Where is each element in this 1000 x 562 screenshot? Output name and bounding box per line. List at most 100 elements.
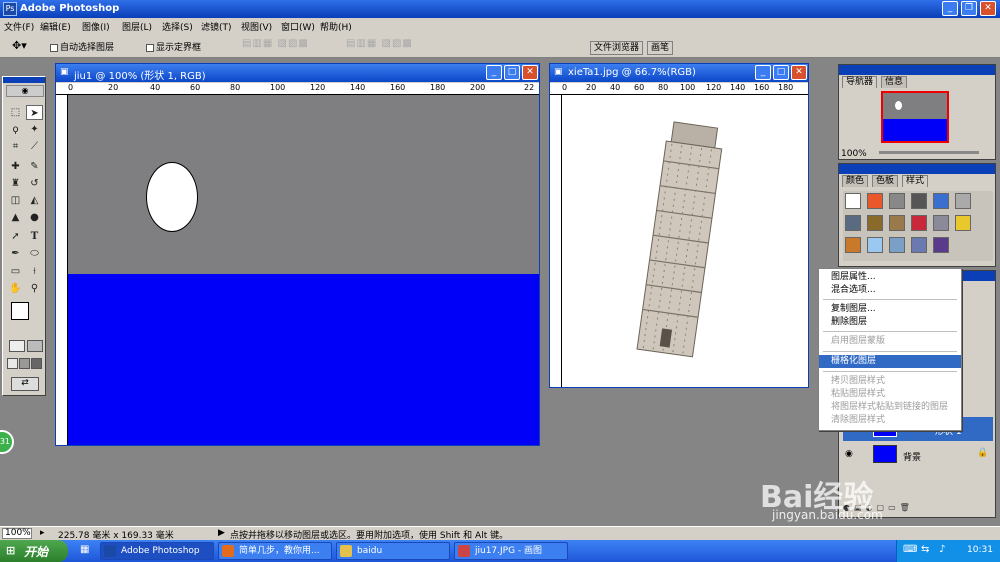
lasso-tool-icon[interactable]: ϙ (7, 122, 24, 137)
file-browser-tab[interactable]: 文件浏览器 (590, 41, 644, 55)
foreground-color-swatch[interactable] (11, 302, 29, 320)
hand-tool-icon[interactable]: ✋ (7, 281, 24, 296)
menu-image[interactable]: 图像(I) (82, 20, 110, 33)
layer-row-background[interactable]: ◉ 背景 🔒 (843, 443, 993, 467)
doc2-title-bar[interactable]: ▣ xieTa1.jpg @ 66.7%(RGB) _ □ ✕ (550, 64, 808, 82)
shape-tool-icon[interactable]: ⬭ (26, 246, 43, 261)
tray-network-icon[interactable]: ⇆ (921, 544, 929, 555)
history-brush-icon[interactable]: ↺ (26, 176, 43, 191)
layer-visibility-eye-icon[interactable]: ◉ (845, 449, 853, 459)
style-swatch[interactable] (867, 237, 883, 253)
screen-mode-standard-icon[interactable] (7, 358, 18, 369)
doc2-close-button[interactable]: ✕ (791, 65, 807, 80)
crop-tool-icon[interactable]: ⌗ (7, 139, 24, 154)
task-browser[interactable]: 简单几步，教你用... (218, 542, 332, 560)
paint-bucket-icon[interactable]: ◭ (26, 193, 43, 208)
style-swatch[interactable] (889, 237, 905, 253)
brush-tool-icon[interactable]: ✎ (26, 159, 43, 174)
task-folder-baidu[interactable]: baidu (336, 542, 450, 560)
style-swatch[interactable] (933, 193, 949, 209)
style-swatch[interactable] (889, 193, 905, 209)
style-swatch[interactable] (889, 215, 905, 231)
eye-logo-icon[interactable]: ◉ (6, 85, 44, 97)
navigator-palette-header[interactable] (839, 65, 995, 75)
style-none-swatch[interactable] (845, 193, 861, 209)
menu-window[interactable]: 窗口(W) (281, 20, 315, 33)
path-select-icon[interactable]: ➚ (7, 229, 24, 244)
doc2-canvas[interactable] (562, 95, 808, 387)
move-tool-preset-icon[interactable]: ✥▾ (12, 39, 27, 52)
screen-mode-full-icon[interactable] (31, 358, 42, 369)
blur-tool-icon[interactable]: ▲ (7, 210, 24, 225)
menu-edit[interactable]: 编辑(E) (40, 20, 71, 33)
tray-volume-icon[interactable]: ♪ (939, 544, 945, 555)
brushes-tab[interactable]: 画笔 (647, 41, 674, 55)
eyedropper-icon[interactable]: ⟊ (26, 264, 43, 279)
doc2-minimize-button[interactable]: _ (755, 65, 771, 80)
menu-item-paste-style-to-linked[interactable]: 将图层样式粘贴到链接的图层 (819, 401, 961, 414)
zoom-tool-icon[interactable]: ⚲ (26, 281, 43, 296)
menu-item-layer-properties[interactable]: 图层属性... (819, 271, 961, 284)
checkbox-box[interactable] (146, 43, 154, 52)
quicklaunch-desktop-icon[interactable]: ▦ (80, 544, 89, 555)
style-swatch[interactable] (933, 215, 949, 231)
menu-item-rasterize-layer[interactable]: 栅格化图层 (819, 355, 961, 368)
checkbox-box[interactable] (50, 43, 58, 52)
doc1-close-button[interactable]: ✕ (522, 65, 538, 80)
style-swatch[interactable] (845, 237, 861, 253)
pen-tool-icon[interactable]: ✒ (7, 246, 24, 261)
menu-item-blending-options[interactable]: 混合选项... (819, 284, 961, 297)
stamp-tool-icon[interactable]: ♜ (7, 176, 24, 191)
move-tool-icon[interactable]: ➤ (26, 105, 43, 120)
style-swatch[interactable] (933, 237, 949, 253)
tray-keyboard-icon[interactable]: ⌨ (903, 544, 917, 555)
type-tool-icon[interactable]: T (26, 229, 43, 244)
navigator-zoom-slider[interactable] (879, 151, 979, 154)
navigator-zoom[interactable]: 100% (841, 149, 867, 159)
tab-styles[interactable]: 样式 (902, 175, 929, 187)
style-swatch[interactable] (911, 237, 927, 253)
doc1-title-bar[interactable]: ▣ jiu1 @ 100% (形状 1, RGB) _ □ ✕ (56, 64, 539, 82)
styles-palette-header[interactable] (839, 164, 995, 174)
auto-select-layer-checkbox[interactable]: 自动选择图层 (50, 40, 114, 53)
task-paint[interactable]: jiu17.JPG - 画图 (454, 542, 568, 560)
doc1-canvas-blue-shape[interactable] (68, 274, 539, 445)
style-swatch[interactable] (911, 215, 927, 231)
menu-item-paste-layer-style[interactable]: 粘贴图层样式 (819, 388, 961, 401)
start-button[interactable]: ⊞ 开始 (0, 540, 68, 562)
menu-item-duplicate-layer[interactable]: 复制图层... (819, 303, 961, 316)
menu-item-delete-layer[interactable]: 删除图层 (819, 316, 961, 329)
dodge-tool-icon[interactable]: ● (26, 210, 43, 225)
style-swatch[interactable] (955, 193, 971, 209)
task-photoshop[interactable]: Adobe Photoshop (100, 542, 214, 560)
doc1-maximize-button[interactable]: □ (504, 65, 520, 80)
slice-tool-icon[interactable]: ⟋ (26, 139, 43, 154)
tab-swatches[interactable]: 色板 (872, 175, 899, 187)
doc1-canvas-gray-area[interactable] (68, 95, 539, 274)
menu-item-clear-layer-style[interactable]: 清除图层样式 (819, 414, 961, 427)
quick-mask-icon[interactable] (27, 340, 43, 352)
show-bounding-box-checkbox[interactable]: 显示定界框 (146, 40, 201, 53)
eraser-tool-icon[interactable]: ◫ (7, 193, 24, 208)
doc1-minimize-button[interactable]: _ (486, 65, 502, 80)
healing-brush-icon[interactable]: ✚ (7, 159, 24, 174)
menu-select[interactable]: 选择(S) (162, 20, 193, 33)
white-ellipse-shape[interactable] (146, 162, 198, 232)
navigator-thumbnail[interactable] (881, 91, 949, 143)
menu-filter[interactable]: 滤镜(T) (201, 20, 232, 33)
style-swatch[interactable] (845, 215, 861, 231)
status-zoom-field[interactable]: 100% (2, 528, 32, 539)
notes-tool-icon[interactable]: ▭ (7, 264, 24, 279)
standard-mode-icon[interactable] (9, 340, 25, 352)
marquee-tool-icon[interactable]: ⬚ (7, 105, 24, 120)
status-info-arrow-icon[interactable]: ▸ (40, 528, 45, 538)
restore-button[interactable]: ❐ (961, 1, 977, 16)
minimize-button[interactable]: _ (942, 1, 958, 16)
doc2-maximize-button[interactable]: □ (773, 65, 789, 80)
style-swatch[interactable] (911, 193, 927, 209)
tab-info[interactable]: 信息 (881, 76, 908, 88)
style-swatch[interactable] (867, 193, 883, 209)
menu-item-enable-layer-mask[interactable]: 启用图层蒙版 (819, 335, 961, 348)
floating-badge-icon[interactable]: 31 (0, 430, 14, 454)
magic-wand-icon[interactable]: ✦ (26, 122, 43, 137)
